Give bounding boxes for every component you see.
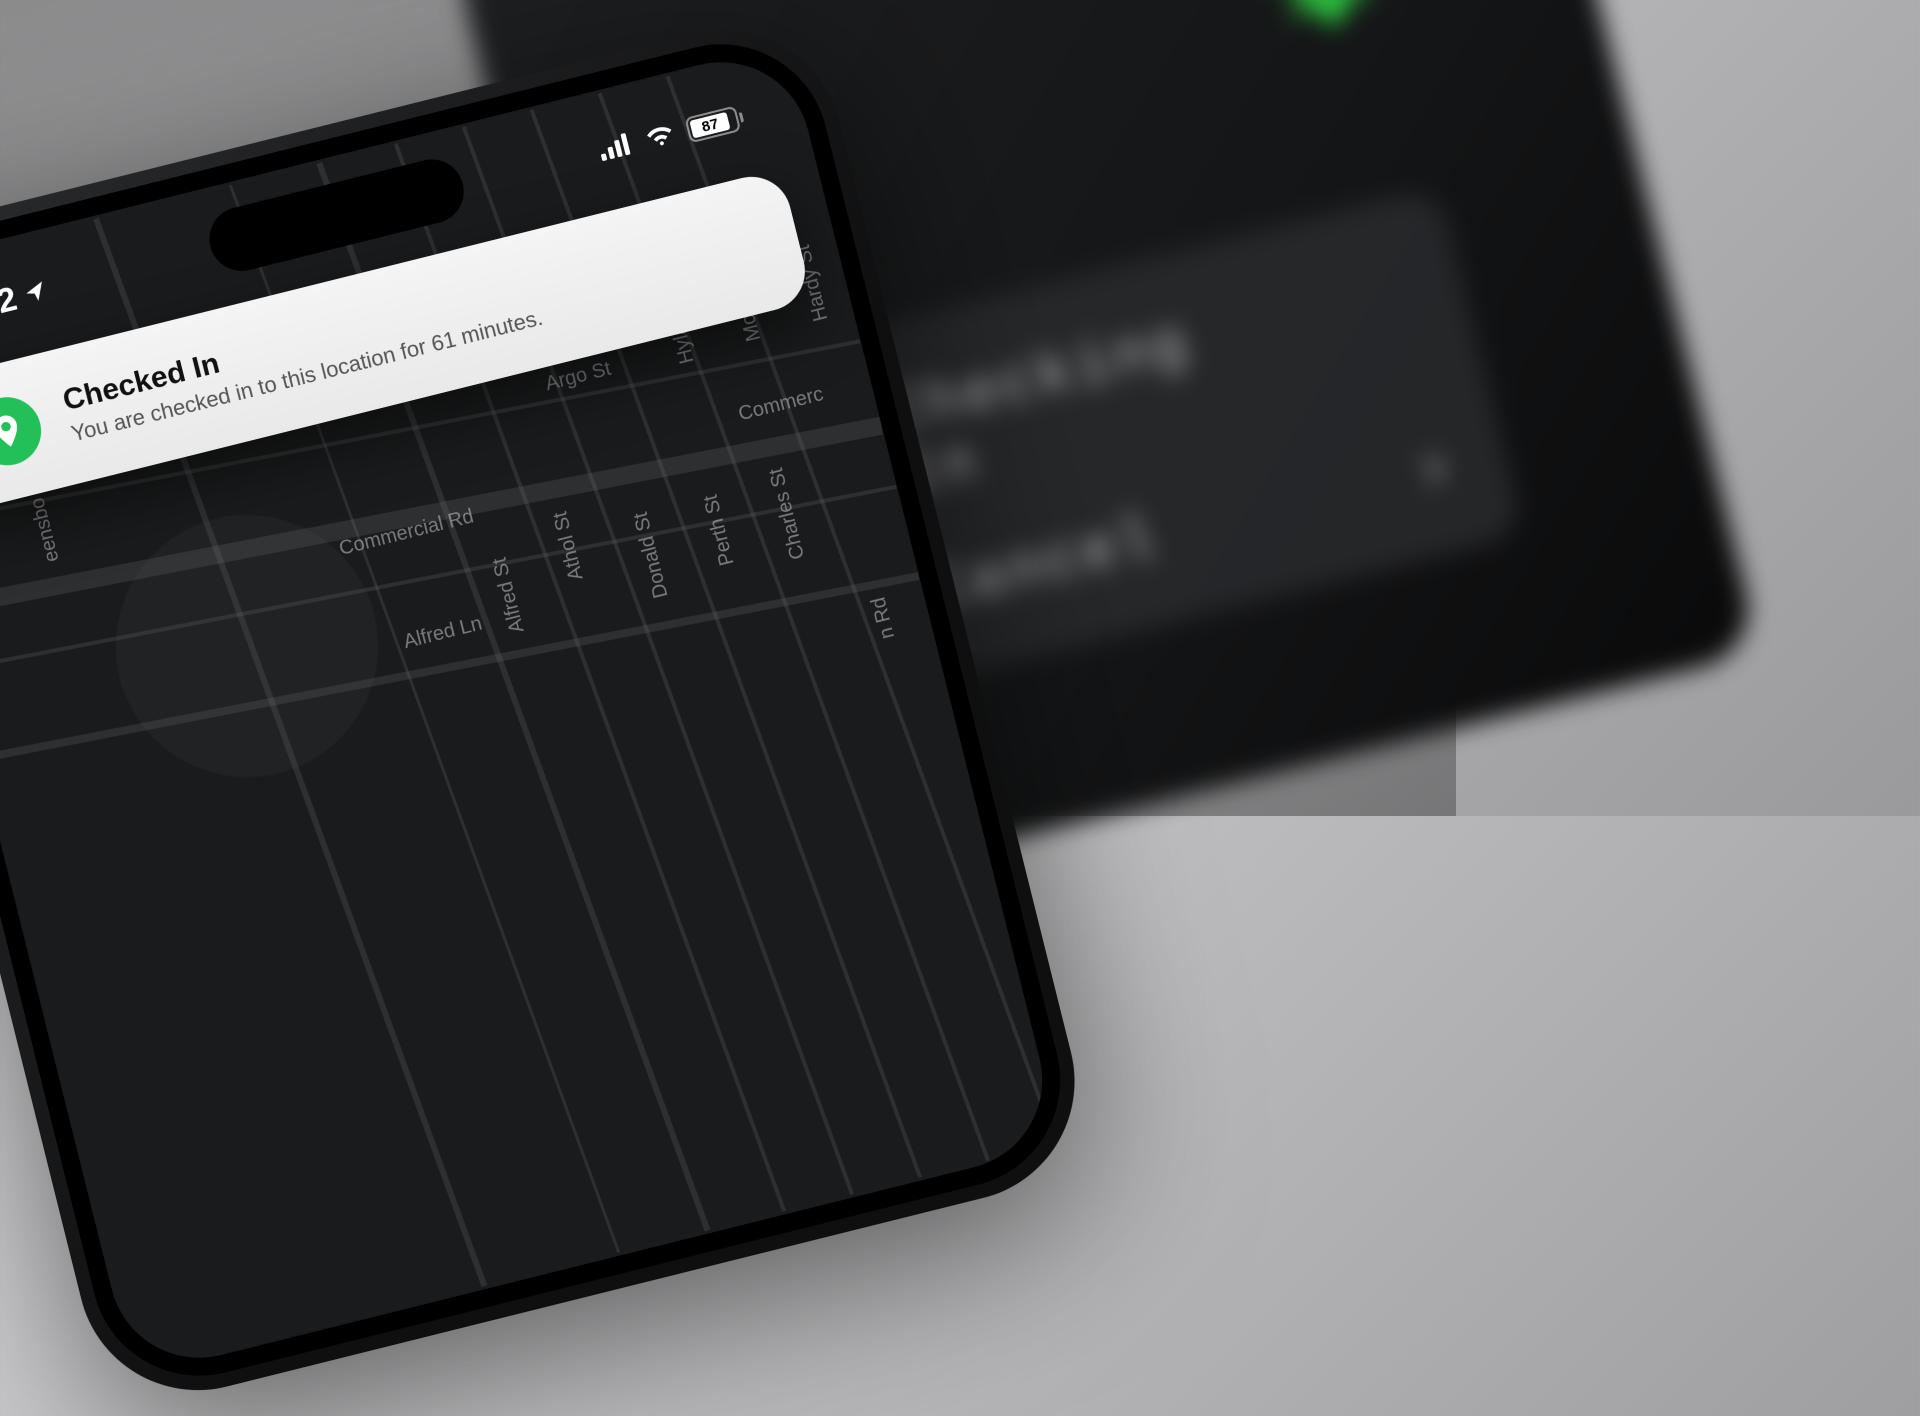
cellular-signal-icon bbox=[597, 131, 637, 165]
street-label-charles-st: Charles St bbox=[765, 465, 810, 561]
location-arrow-icon bbox=[19, 271, 52, 315]
location-pin-icon bbox=[0, 390, 48, 472]
street-label-perth-st: Perth St bbox=[700, 492, 740, 568]
street-label-alfred-st: Alfred St bbox=[489, 555, 530, 635]
street-label-donald-st: Donald St bbox=[630, 510, 674, 601]
street-label-eensbo: eensbo bbox=[26, 495, 64, 564]
checkin-title-line1: Checking bbox=[880, 311, 1197, 449]
wifi-icon bbox=[641, 120, 679, 156]
battery-indicator: 87 bbox=[684, 104, 746, 143]
chevron-right-icon: › bbox=[1407, 429, 1464, 508]
street-label-alfred-ln: Alfred Ln bbox=[401, 612, 484, 654]
street-label-pow: Pow bbox=[829, 192, 861, 235]
battery-percent: 87 bbox=[689, 112, 730, 139]
